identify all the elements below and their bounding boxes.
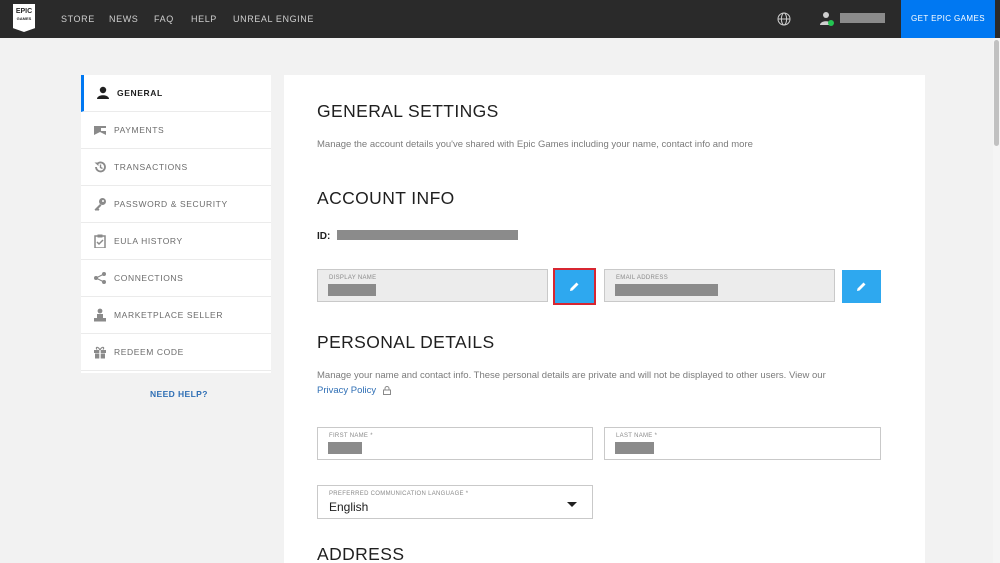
sidebar-item-redeem-code[interactable]: REDEEM CODE [81, 334, 271, 371]
communication-language-value: English [329, 500, 369, 514]
globe-icon[interactable] [777, 12, 791, 26]
clipboard-check-icon [94, 234, 106, 248]
nav-store[interactable]: STORE [61, 14, 95, 24]
sidebar-item-connections[interactable]: CONNECTIONS [81, 260, 271, 297]
communication-language-select[interactable]: PREFERRED COMMUNICATION LANGUAGE * Engli… [317, 485, 593, 519]
email-address-label: EMAIL ADDRESS [616, 275, 669, 281]
nav-faq[interactable]: FAQ [154, 14, 174, 24]
sidebar-item-eula-history[interactable]: EULA HISTORY [81, 223, 271, 260]
personal-details-heading: PERSONAL DETAILS [317, 332, 495, 352]
chevron-down-icon [567, 502, 577, 507]
email-address-field: EMAIL ADDRESS [604, 269, 835, 302]
gift-icon [94, 346, 106, 359]
person-icon [97, 86, 109, 99]
first-name-value-redacted [328, 442, 362, 454]
page-title: GENERAL SETTINGS [317, 101, 499, 121]
last-name-field[interactable]: LAST NAME * [604, 427, 881, 460]
communication-language-label: PREFERRED COMMUNICATION LANGUAGE * [329, 491, 469, 497]
pencil-icon [570, 282, 579, 291]
personal-details-description: Manage your name and contact info. These… [317, 370, 826, 381]
nav-unreal-engine[interactable]: UNREAL ENGINE [233, 14, 314, 24]
sidebar-item-label: PAYMENTS [114, 125, 165, 135]
logo-text-epic: EPIC [15, 8, 33, 15]
edit-display-name-button[interactable] [553, 268, 596, 305]
edit-email-button[interactable] [842, 270, 881, 303]
online-status-dot [828, 20, 834, 26]
page-description: Manage the account details you've shared… [317, 139, 753, 150]
email-address-value-redacted [615, 284, 718, 296]
sidebar-item-payments[interactable]: PAYMENTS [81, 112, 271, 149]
epic-games-logo[interactable]: EPIC GAMES [13, 4, 35, 32]
sidebar-item-label: GENERAL [117, 88, 163, 98]
sidebar-item-label: PASSWORD & SECURITY [114, 199, 228, 209]
first-name-label: FIRST NAME * [329, 433, 373, 439]
sidebar-item-label: TRANSACTIONS [114, 162, 188, 172]
account-id-label: ID: [317, 231, 331, 242]
get-epic-games-button[interactable]: GET EPIC GAMES [901, 0, 995, 38]
wallet-icon [94, 126, 106, 135]
account-id-value-redacted [337, 230, 518, 240]
display-name-value-redacted [328, 284, 376, 296]
sidebar-item-transactions[interactable]: TRANSACTIONS [81, 149, 271, 186]
page-scrollbar-thumb[interactable] [994, 40, 999, 146]
key-icon [94, 198, 106, 211]
top-nav-bar: EPIC GAMES STORE NEWS FAQ HELP UNREAL EN… [0, 0, 1000, 38]
nav-news[interactable]: NEWS [109, 14, 138, 24]
history-icon [94, 161, 106, 173]
sidebar-item-label: REDEEM CODE [114, 347, 184, 357]
display-name-field: DISPLAY NAME [317, 269, 548, 302]
last-name-value-redacted [615, 442, 654, 454]
lock-icon [382, 386, 391, 395]
last-name-label: LAST NAME * [616, 433, 658, 439]
address-heading: ADDRESS [317, 544, 405, 563]
username-redacted[interactable] [840, 13, 885, 23]
settings-sidebar: GENERAL PAYMENTS TRANSACTIONS PASSWORD &… [81, 75, 271, 373]
share-icon [94, 272, 106, 284]
sidebar-item-password-security[interactable]: PASSWORD & SECURITY [81, 186, 271, 223]
logo-text-games: GAMES [16, 16, 32, 21]
privacy-policy-link[interactable]: Privacy Policy [317, 385, 376, 396]
sidebar-item-label: MARKETPLACE SELLER [114, 310, 224, 320]
sidebar-item-label: CONNECTIONS [114, 273, 184, 283]
seller-icon [94, 308, 106, 322]
pencil-icon [857, 282, 866, 291]
first-name-field[interactable]: FIRST NAME * [317, 427, 593, 460]
sidebar-item-marketplace-seller[interactable]: MARKETPLACE SELLER [81, 297, 271, 334]
nav-help[interactable]: HELP [191, 14, 217, 24]
privacy-policy-line: Privacy Policy [317, 385, 391, 396]
sidebar-item-general[interactable]: GENERAL [81, 75, 271, 112]
account-info-heading: ACCOUNT INFO [317, 188, 455, 208]
sidebar-item-label: EULA HISTORY [114, 236, 183, 246]
display-name-label: DISPLAY NAME [329, 275, 377, 281]
need-help-link[interactable]: NEED HELP? [150, 389, 208, 399]
